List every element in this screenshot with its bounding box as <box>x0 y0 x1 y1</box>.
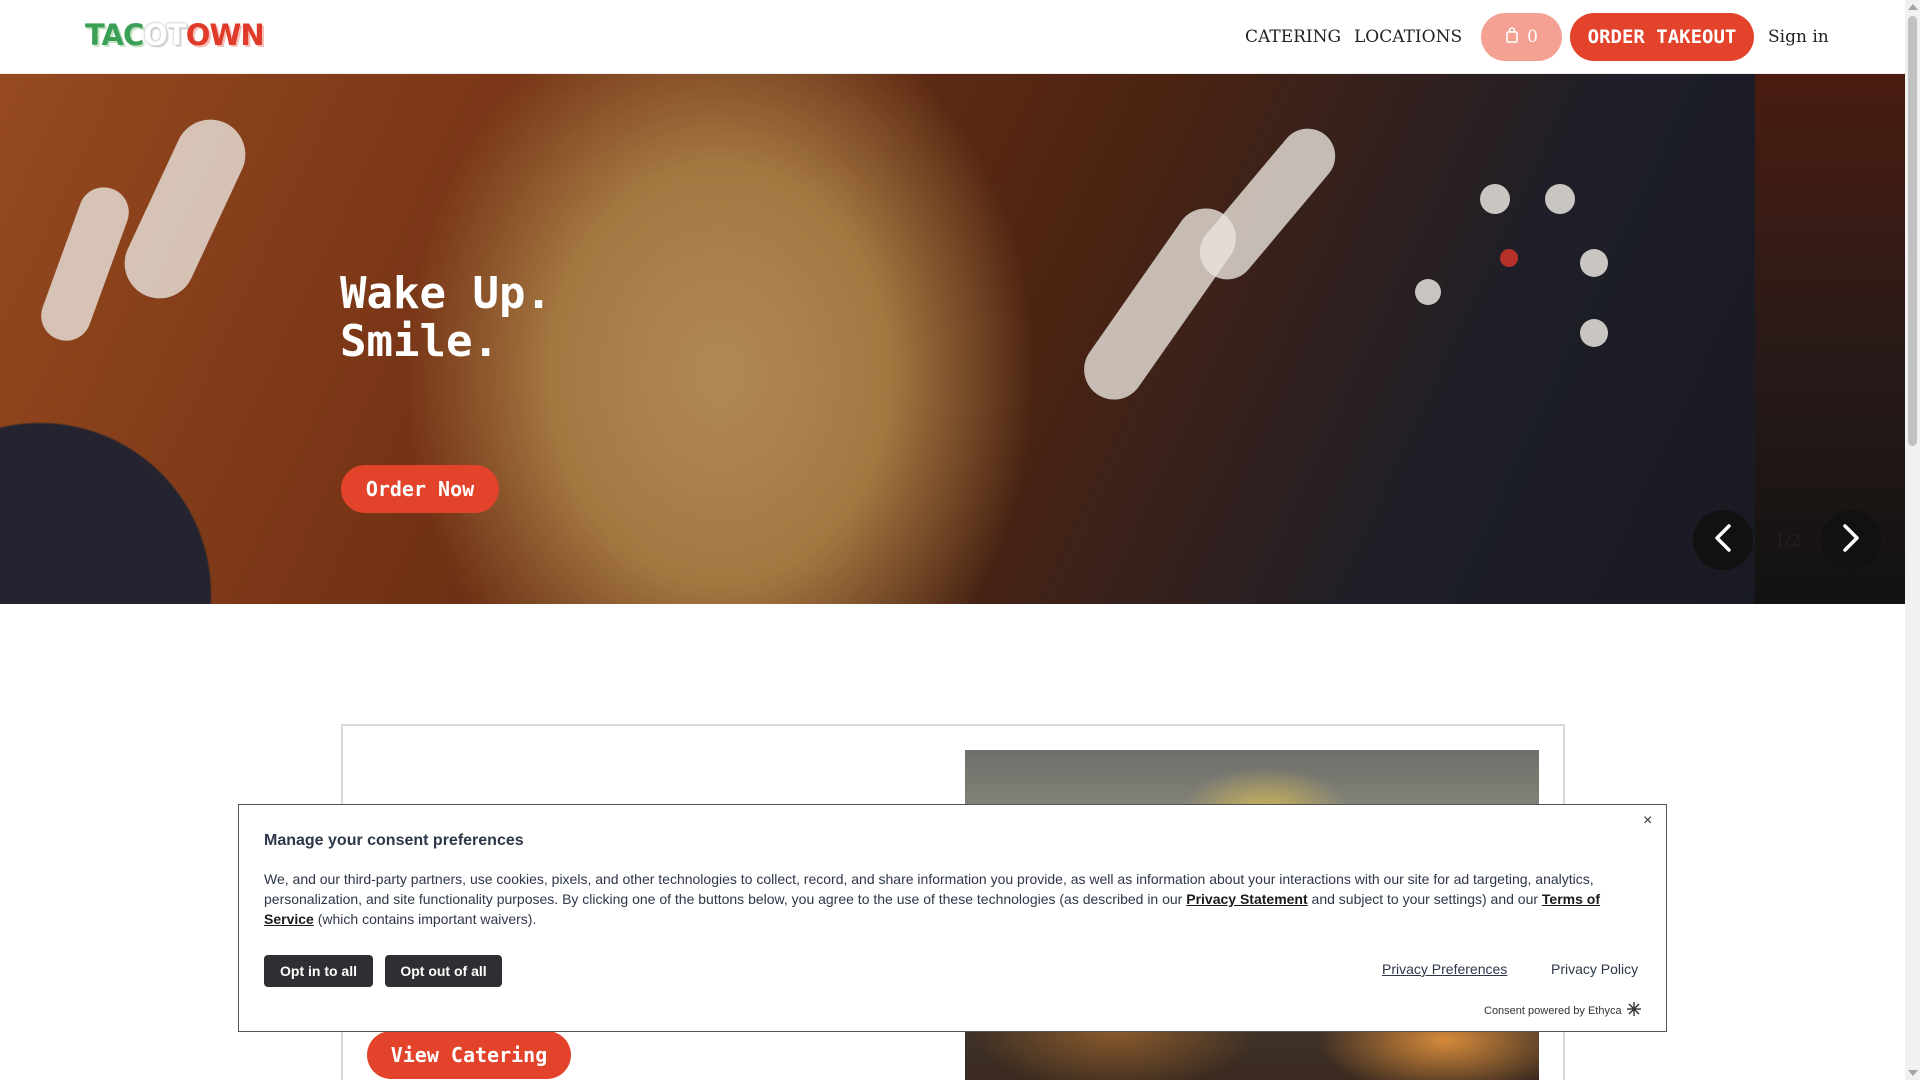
privacy-preferences-link[interactable]: Privacy Preferences <box>1382 961 1507 977</box>
hero-decoration <box>1500 249 1518 267</box>
consent-banner: × Manage your consent preferences We, an… <box>238 804 1667 1032</box>
logo-part-4: OWN <box>185 18 265 52</box>
hero-decoration <box>1188 117 1347 291</box>
chevron-left-icon <box>1712 523 1734 558</box>
nav-locations[interactable]: LOCATIONS <box>1354 27 1462 47</box>
hero-title-line-2: Smile. <box>340 316 499 367</box>
logo[interactable]: TACOTOWN <box>85 18 265 52</box>
hero-decoration <box>34 180 136 348</box>
consent-text-3: (which contains important waivers). <box>313 911 537 927</box>
hero-decoration <box>1580 249 1608 277</box>
cart-button[interactable]: 0 <box>1481 13 1562 61</box>
site-header: TACOTOWN CATERING LOCATIONS 0 ORDER TAKE… <box>0 0 1905 74</box>
ethyca-logo-icon <box>1626 1001 1642 1020</box>
hero-decoration <box>1580 319 1608 347</box>
logo-part-3: T <box>166 18 187 52</box>
scroll-up-arrow[interactable] <box>1908 4 1918 10</box>
consent-text-2: and subject to your settings) and our <box>1307 891 1542 907</box>
privacy-statement-link[interactable]: Privacy Statement <box>1186 891 1307 907</box>
shopping-bag-icon <box>1505 26 1519 48</box>
hero-decoration <box>1545 184 1575 214</box>
page-scrollbar[interactable] <box>1905 0 1920 1080</box>
hero-decoration <box>113 108 257 310</box>
opt-in-all-button[interactable]: Opt in to all <box>264 955 373 987</box>
powered-by-text: Consent powered by Ethyca <box>1484 1004 1622 1017</box>
consent-title: Manage your consent preferences <box>264 832 524 849</box>
hero-title: Wake Up. Smile. <box>340 270 552 366</box>
privacy-policy-link[interactable]: Privacy Policy <box>1551 961 1638 977</box>
logo-part-1: TAC <box>85 18 144 52</box>
hero-carousel: Wake Up. Smile. Order Now <box>0 74 1905 604</box>
cart-count: 0 <box>1527 27 1538 47</box>
nav-catering[interactable]: CATERING <box>1245 27 1341 47</box>
order-now-button[interactable]: Order Now <box>341 465 499 513</box>
view-catering-button[interactable]: View Catering <box>367 1031 571 1079</box>
sign-in-link[interactable]: Sign in <box>1768 27 1829 47</box>
order-takeout-button[interactable]: ORDER TAKEOUT <box>1570 13 1754 61</box>
close-icon[interactable]: × <box>1643 812 1652 830</box>
carousel-prev-button[interactable] <box>1693 510 1753 570</box>
logo-part-2: O <box>143 18 168 52</box>
scroll-thumb[interactable] <box>1908 16 1917 446</box>
chevron-right-icon <box>1840 523 1862 558</box>
carousel-next-button[interactable] <box>1821 510 1881 570</box>
hero-decoration <box>1480 184 1510 214</box>
scroll-down-arrow[interactable] <box>1908 1070 1918 1076</box>
consent-body: We, and our third-party partners, use co… <box>264 869 1649 929</box>
consent-powered-by[interactable]: Consent powered by Ethyca <box>1484 1001 1642 1020</box>
slide-counter: 1/2 <box>1775 531 1801 550</box>
opt-out-all-button[interactable]: Opt out of all <box>385 955 502 987</box>
hero-title-line-1: Wake Up. <box>340 268 552 319</box>
hero-decoration <box>1415 279 1441 305</box>
